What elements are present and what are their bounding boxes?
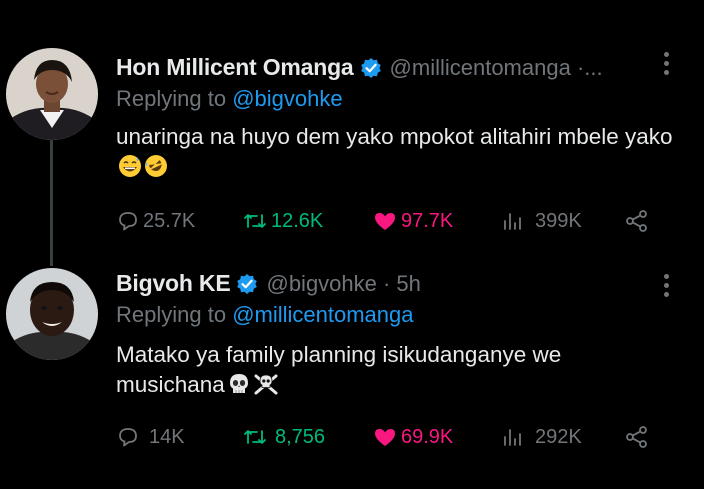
verified-badge-icon [236, 273, 258, 300]
reply-to-mention-link[interactable]: @bigvohke [232, 86, 342, 111]
views-count: 399K [535, 209, 582, 232]
grinning-sweat-emoji-icon [118, 154, 142, 186]
views-icon [504, 213, 521, 230]
retweet-button[interactable]: 12.6K [242, 206, 323, 236]
tweet[interactable]: Bigvoh KE @bigvohke · 5h Replying to @mil… [0, 262, 704, 462]
retweet-button[interactable]: 8,756 [242, 422, 325, 452]
replying-to-label: Replying to [116, 86, 227, 111]
tweet[interactable]: Hon Millicent Omanga @millicentomanga ·..… [0, 38, 704, 250]
tweet-text-content: Matako ya family planning isikudanganye … [116, 342, 562, 397]
display-name[interactable]: Hon Millicent Omanga [116, 54, 354, 80]
heart-icon [375, 429, 395, 446]
skull-crossbones-emoji-icon [253, 372, 279, 404]
more-options-icon[interactable] [664, 274, 670, 300]
reply-icon [119, 428, 137, 447]
views-icon [504, 429, 521, 446]
retweet-count: 12.6K [271, 209, 324, 232]
tweet-header: Hon Millicent Omanga @millicentomanga ·..… [116, 54, 674, 84]
like-count: 97.7K [401, 209, 454, 232]
share-icon [626, 426, 647, 448]
reply-count: 14K [149, 425, 185, 448]
share-button[interactable] [624, 206, 653, 236]
handle-and-time[interactable]: @millicentomanga ·... [390, 55, 603, 80]
avatar[interactable] [6, 268, 98, 360]
retweet-icon [244, 214, 266, 228]
like-button[interactable]: 69.9K [372, 422, 453, 452]
views-count: 292K [535, 425, 582, 448]
verified-badge-icon [360, 57, 382, 84]
like-count: 69.9K [401, 425, 454, 448]
share-icon [626, 210, 647, 232]
retweet-icon [244, 430, 266, 444]
reply-button[interactable]: 25.7K [116, 206, 195, 236]
replying-to: Replying to @bigvohke [116, 86, 343, 112]
tweet-text: Matako ya family planning isikudanganye … [116, 340, 676, 404]
avatar[interactable] [6, 48, 98, 140]
reply-count: 25.7K [143, 209, 196, 232]
reply-icon [119, 212, 137, 231]
reply-to-mention-link[interactable]: @millicentomanga [232, 302, 413, 327]
tweet-header: Bigvoh KE @bigvohke · 5h [116, 270, 674, 300]
tweet-actions: 14K 8,756 69.9K 292K [116, 422, 666, 452]
like-button[interactable]: 97.7K [372, 206, 453, 236]
rolling-laughing-emoji-icon [144, 154, 168, 186]
tweet-actions: 25.7K 12.6K 97.7K 399K [116, 206, 666, 236]
views-button[interactable]: 399K [500, 206, 582, 236]
replying-to-label: Replying to [116, 302, 227, 327]
heart-icon [375, 213, 395, 230]
share-button[interactable] [624, 422, 653, 452]
skull-emoji-icon [227, 372, 251, 404]
replying-to: Replying to @millicentomanga [116, 302, 414, 328]
more-options-icon[interactable] [664, 52, 670, 78]
tweet-text-content: unaringa na huyo dem yako mpokot alitahi… [116, 124, 673, 149]
views-button[interactable]: 292K [500, 422, 582, 452]
reply-button[interactable]: 14K [116, 422, 185, 452]
display-name[interactable]: Bigvoh KE [116, 270, 231, 296]
handle-and-time[interactable]: @bigvohke · 5h [266, 271, 420, 296]
tweet-text: unaringa na huyo dem yako mpokot alitahi… [116, 122, 676, 186]
retweet-count: 8,756 [275, 425, 326, 448]
